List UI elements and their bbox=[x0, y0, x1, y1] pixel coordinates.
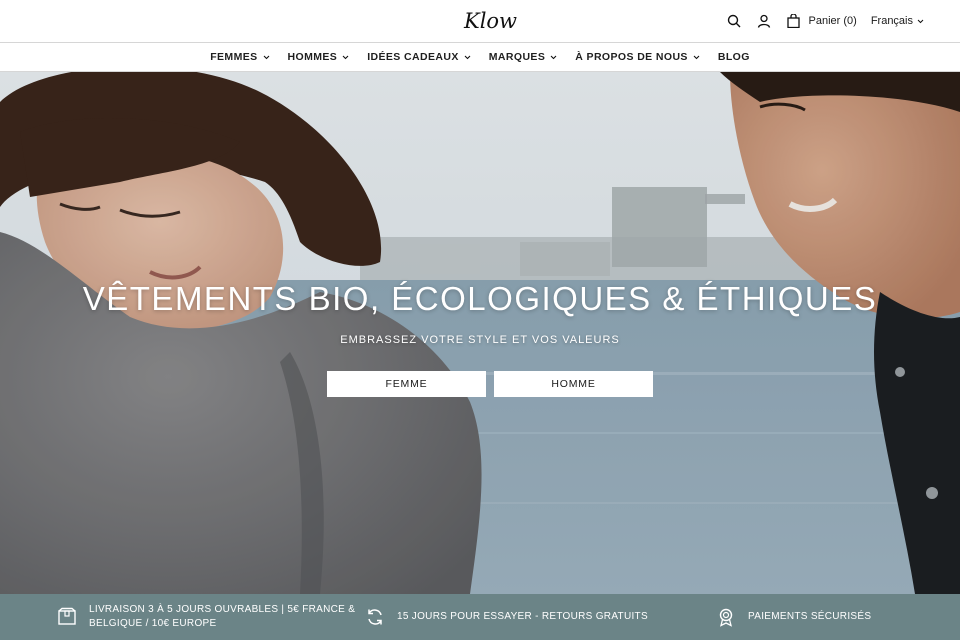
shipping-info: LIVRAISON 3 À 5 JOURS OUVRABLES | 5€ FRA… bbox=[57, 594, 355, 640]
hero-banner: VÊTEMENTS BIO, ÉCOLOGIQUES & ÉTHIQUES EM… bbox=[0, 72, 960, 594]
nav-item-label: IDÉES CADEAUX bbox=[367, 51, 459, 63]
hero-image bbox=[0, 72, 960, 594]
header-actions: Panier (0) Français bbox=[725, 0, 924, 42]
chevron-down-icon bbox=[464, 55, 471, 59]
nav-item-femmes[interactable]: FEMMES bbox=[210, 51, 269, 63]
nav-item-label: À PROPOS DE NOUS bbox=[575, 51, 688, 63]
user-icon[interactable] bbox=[755, 12, 773, 30]
nav-item-idees-cadeaux[interactable]: IDÉES CADEAUX bbox=[367, 51, 471, 63]
chevron-down-icon bbox=[917, 19, 924, 23]
chevron-down-icon bbox=[550, 55, 557, 59]
nav-item-hommes[interactable]: HOMMES bbox=[288, 51, 350, 63]
nav-item-marques[interactable]: MARQUES bbox=[489, 51, 557, 63]
nav-item-label: FEMMES bbox=[210, 51, 258, 63]
shipping-line-1: LIVRAISON 3 À 5 JOURS OUVRABLES | 5€ FRA… bbox=[89, 604, 356, 615]
language-label: Français bbox=[870, 15, 913, 27]
benefits-bar: LIVRAISON 3 À 5 JOURS OUVRABLES | 5€ FRA… bbox=[0, 594, 960, 640]
cart-label: Panier (0) bbox=[808, 15, 857, 27]
hero-title: VÊTEMENTS BIO, ÉCOLOGIQUES & ÉTHIQUES bbox=[82, 280, 878, 317]
nav-item-label: HOMMES bbox=[287, 51, 338, 63]
main-navigation: FEMMES HOMMES IDÉES CADEAUX MARQUES À PR… bbox=[0, 42, 960, 72]
search-icon[interactable] bbox=[725, 12, 743, 30]
returns-info: 15 JOURS POUR ESSAYER - RETOURS GRATUITS bbox=[365, 594, 648, 640]
hero-subtitle: EMBRASSEZ VOTRE STYLE ET VOS VALEURS bbox=[340, 334, 620, 346]
nav-item-blog[interactable]: BLOG bbox=[718, 51, 750, 63]
badge-icon bbox=[716, 607, 736, 627]
language-selector[interactable]: Français bbox=[871, 15, 924, 27]
cart-link[interactable]: Panier (0) bbox=[785, 12, 857, 30]
brand-logo[interactable]: Klow bbox=[462, 6, 518, 34]
returns-text: 15 JOURS POUR ESSAYER - RETOURS GRATUITS bbox=[397, 611, 648, 622]
refresh-icon bbox=[365, 607, 385, 627]
chevron-down-icon bbox=[263, 55, 269, 59]
homme-button[interactable]: HOMME bbox=[494, 371, 653, 397]
package-icon bbox=[57, 607, 77, 627]
payment-text: PAIEMENTS SÉCURISÉS bbox=[748, 611, 872, 622]
payment-info: PAIEMENTS SÉCURISÉS bbox=[716, 594, 871, 640]
shopping-bag-icon bbox=[785, 12, 803, 30]
nav-item-label: MARQUES bbox=[488, 51, 546, 63]
hero-buttons: FEMME HOMME bbox=[327, 371, 653, 397]
shipping-line-2: BELGIQUE / 10€ EUROPE bbox=[89, 618, 217, 629]
site-header: Klow Panier (0) Français bbox=[0, 0, 960, 42]
femme-button[interactable]: FEMME bbox=[327, 371, 486, 397]
nav-item-a-propos[interactable]: À PROPOS DE NOUS bbox=[575, 51, 700, 63]
nav-item-label: BLOG bbox=[717, 51, 750, 63]
svg-text:Klow: Klow bbox=[463, 9, 517, 33]
chevron-down-icon bbox=[342, 55, 349, 59]
chevron-down-icon bbox=[693, 55, 700, 59]
